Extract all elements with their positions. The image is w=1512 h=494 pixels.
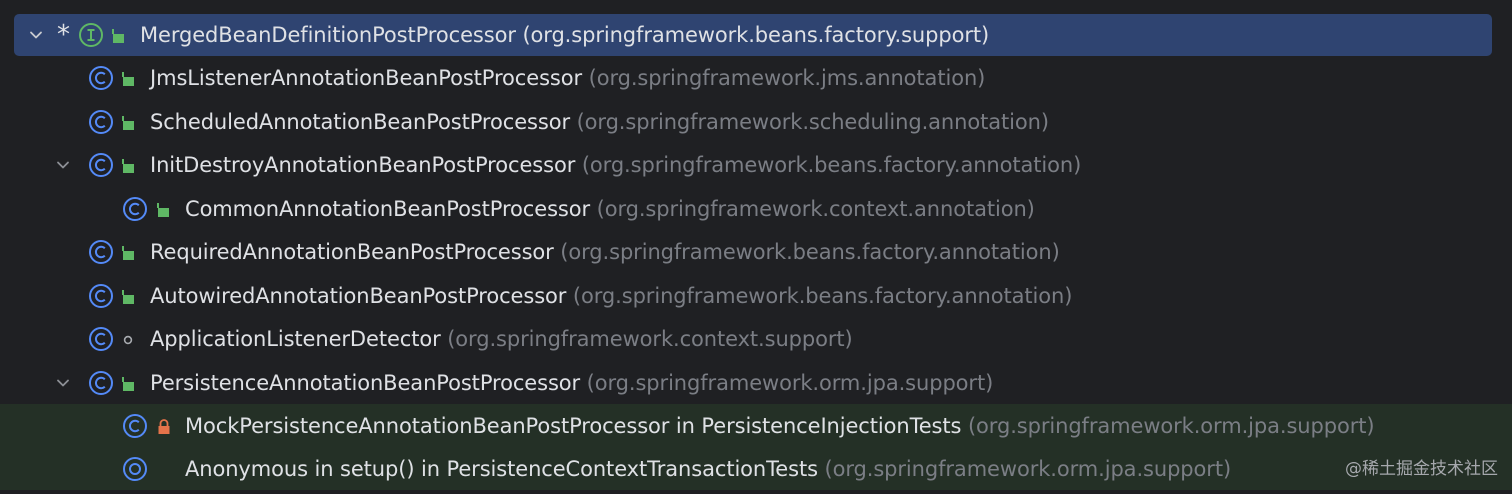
package-name: (org.springframework.context.annotation) xyxy=(596,196,1035,221)
anonymous-class-icon xyxy=(122,456,148,482)
package-name: (org.springframework.beans.factory.annot… xyxy=(581,152,1082,177)
public-icon xyxy=(120,376,136,392)
package-name: (org.springframework.context.support) xyxy=(447,326,853,351)
type-name: JmsListenerAnnotationBeanPostProcessor xyxy=(150,65,583,90)
package-name: (org.springframework.orm.jpa.support) xyxy=(967,413,1375,438)
type-name: MergedBeanDefinitionPostProcessor xyxy=(140,23,516,47)
type-name: PersistenceAnnotationBeanPostProcessor xyxy=(150,370,581,395)
package-name: (org.springframework.beans.factory.suppo… xyxy=(522,23,990,47)
tree-row-common-annotation-bean-post-processor[interactable]: CommonAnnotationBeanPostProcessor (org.s… xyxy=(0,187,1512,230)
type-name: ScheduledAnnotationBeanPostProcessor xyxy=(150,109,570,134)
current-type-marker: * xyxy=(57,20,70,50)
tree-row-application-listener-detector[interactable]: ApplicationListenerDetector (org.springf… xyxy=(0,317,1512,360)
class-icon xyxy=(88,326,114,352)
chevron-down-icon[interactable] xyxy=(55,375,71,391)
tree-row-label: Anonymous in setup() in PersistenceConte… xyxy=(185,456,1231,482)
tree-row-label: MockPersistenceAnnotationBeanPostProcess… xyxy=(185,413,1375,439)
tree-row-init-destroy-annotation-bean-post-processor[interactable]: InitDestroyAnnotationBeanPostProcessor (… xyxy=(0,143,1512,186)
tree-row-label: ApplicationListenerDetector (org.springf… xyxy=(150,326,853,352)
tree-row-scheduled-annotation-bean-post-processor[interactable]: ScheduledAnnotationBeanPostProcessor (or… xyxy=(0,100,1512,143)
package-name: (org.springframework.scheduling.annotati… xyxy=(576,109,1049,134)
tree-row-persistence-annotation-bean-post-processor[interactable]: PersistenceAnnotationBeanPostProcessor (… xyxy=(0,361,1512,404)
tree-row-merged-bean-definition-post-processor[interactable]: * MergedBeanDefinitionPostProcessor (org… xyxy=(14,14,1492,56)
chevron-down-icon[interactable] xyxy=(28,27,44,43)
public-icon xyxy=(120,115,136,131)
package-private-icon xyxy=(120,332,136,348)
public-icon xyxy=(120,71,136,87)
tree-row-label: InitDestroyAnnotationBeanPostProcessor (… xyxy=(150,152,1081,178)
package-name: (org.springframework.jms.annotation) xyxy=(588,65,986,90)
class-icon xyxy=(88,152,114,178)
class-icon xyxy=(122,196,148,222)
tree-row-label: JmsListenerAnnotationBeanPostProcessor (… xyxy=(150,65,985,91)
class-icon xyxy=(122,413,148,439)
public-icon xyxy=(110,28,126,44)
tree-row-label: MergedBeanDefinitionPostProcessor (org.s… xyxy=(140,22,989,48)
tree-row-autowired-annotation-bean-post-processor[interactable]: AutowiredAnnotationBeanPostProcessor (or… xyxy=(0,274,1512,317)
type-name: AutowiredAnnotationBeanPostProcessor xyxy=(150,283,567,308)
type-name: CommonAnnotationBeanPostProcessor xyxy=(185,196,591,221)
tree-row-label: ScheduledAnnotationBeanPostProcessor (or… xyxy=(150,109,1049,135)
tree-row-mock-persistence-annotation-bean-post-processor[interactable]: MockPersistenceAnnotationBeanPostProcess… xyxy=(0,404,1512,447)
chevron-down-icon[interactable] xyxy=(55,157,71,173)
class-icon xyxy=(88,283,114,309)
package-name: (org.springframework.orm.jpa.support) xyxy=(586,370,994,395)
type-name: MockPersistenceAnnotationBeanPostProcess… xyxy=(185,413,962,438)
type-hierarchy-tree: * MergedBeanDefinitionPostProcessor (org… xyxy=(0,0,1512,494)
package-name: (org.springframework.beans.factory.annot… xyxy=(572,283,1073,308)
type-name: Anonymous in setup() in PersistenceConte… xyxy=(185,456,818,481)
type-name: InitDestroyAnnotationBeanPostProcessor xyxy=(150,152,576,177)
public-icon xyxy=(120,289,136,305)
class-icon xyxy=(88,370,114,396)
public-icon xyxy=(155,202,171,218)
public-icon xyxy=(120,245,136,261)
tree-row-label: AutowiredAnnotationBeanPostProcessor (or… xyxy=(150,283,1072,309)
tree-row-label: PersistenceAnnotationBeanPostProcessor (… xyxy=(150,370,993,396)
package-name: (org.springframework.beans.factory.annot… xyxy=(560,239,1060,264)
class-icon xyxy=(88,239,114,265)
tree-row-required-annotation-bean-post-processor[interactable]: RequiredAnnotationBeanPostProcessor (org… xyxy=(0,230,1512,273)
type-name: ApplicationListenerDetector xyxy=(150,326,441,351)
tree-row-anonymous-in-setup[interactable]: Anonymous in setup() in PersistenceConte… xyxy=(0,447,1512,490)
class-icon xyxy=(88,109,114,135)
interface-icon xyxy=(78,22,104,48)
private-lock-icon xyxy=(156,418,172,435)
watermark: @稀土掘金技术社区 xyxy=(1345,459,1498,479)
tree-row-label: RequiredAnnotationBeanPostProcessor (org… xyxy=(150,239,1060,265)
tree-row-jms-listener-annotation-bean-post-processor[interactable]: JmsListenerAnnotationBeanPostProcessor (… xyxy=(0,56,1512,99)
class-icon xyxy=(88,65,114,91)
package-name: (org.springframework.orm.jpa.support) xyxy=(824,456,1232,481)
tree-row-label: CommonAnnotationBeanPostProcessor (org.s… xyxy=(185,196,1035,222)
type-name: RequiredAnnotationBeanPostProcessor xyxy=(150,239,554,264)
public-icon xyxy=(120,158,136,174)
